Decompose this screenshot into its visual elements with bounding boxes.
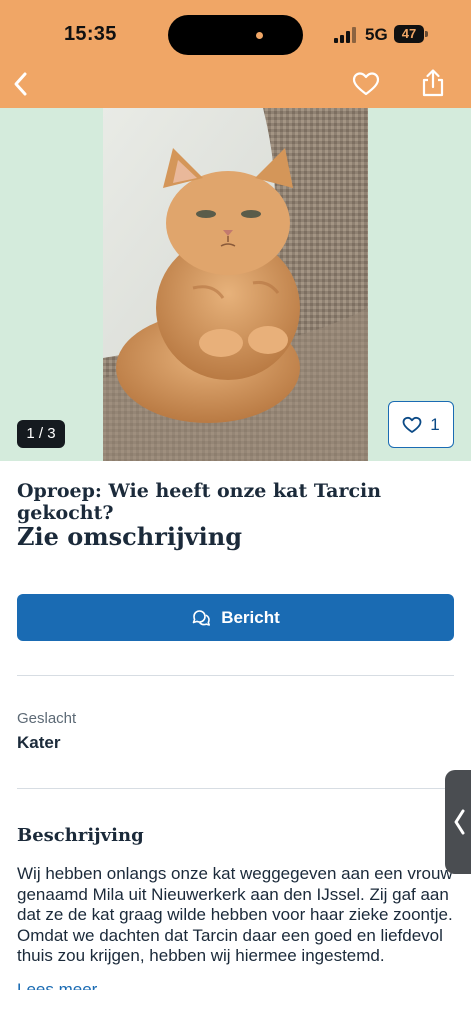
description-heading: Beschrijving (17, 825, 144, 846)
message-button[interactable]: Bericht (17, 594, 454, 641)
heart-outline-icon (352, 72, 380, 96)
listing-photo[interactable] (103, 108, 368, 461)
description-text: Wij hebben onlangs onze kat weggegeven a… (17, 864, 453, 965)
cat-photo-illustration (103, 108, 368, 461)
app-header: 15:35 5G 47 (0, 0, 471, 108)
chevron-left-icon (14, 72, 27, 96)
favorite-count-button[interactable]: 1 (388, 401, 454, 448)
chevron-left-icon (454, 809, 465, 835)
signal-icon (334, 27, 358, 43)
chat-bubbles-icon (192, 609, 211, 626)
listing-title: Oproep: Wie heeft onze kat Tarcin gekoch… (17, 480, 382, 524)
battery-icon: 47 (394, 25, 424, 43)
share-icon (422, 69, 444, 97)
attribute-label-gender: Geslacht (17, 710, 77, 727)
battery-level: 47 (401, 26, 417, 41)
attribute-value-gender: Kater (17, 733, 61, 752)
divider (17, 788, 454, 789)
side-panel-handle[interactable] (445, 770, 471, 874)
back-button[interactable] (8, 68, 36, 100)
heart-outline-icon (402, 416, 422, 433)
favorite-button[interactable] (352, 70, 380, 98)
message-button-label: Bericht (221, 607, 280, 627)
share-button[interactable] (420, 68, 446, 98)
status-time: 15:35 (64, 23, 117, 45)
dynamic-island (168, 15, 303, 55)
battery-cap (425, 31, 428, 37)
network-label: 5G (365, 25, 388, 44)
favorites-count: 1 (430, 414, 440, 434)
camera-dot (256, 32, 263, 39)
read-more-link[interactable]: Lees meer (17, 980, 97, 990)
listing-price: Zie omschrijving (17, 522, 242, 551)
divider (17, 675, 454, 676)
photo-counter: 1 / 3 (17, 420, 65, 448)
